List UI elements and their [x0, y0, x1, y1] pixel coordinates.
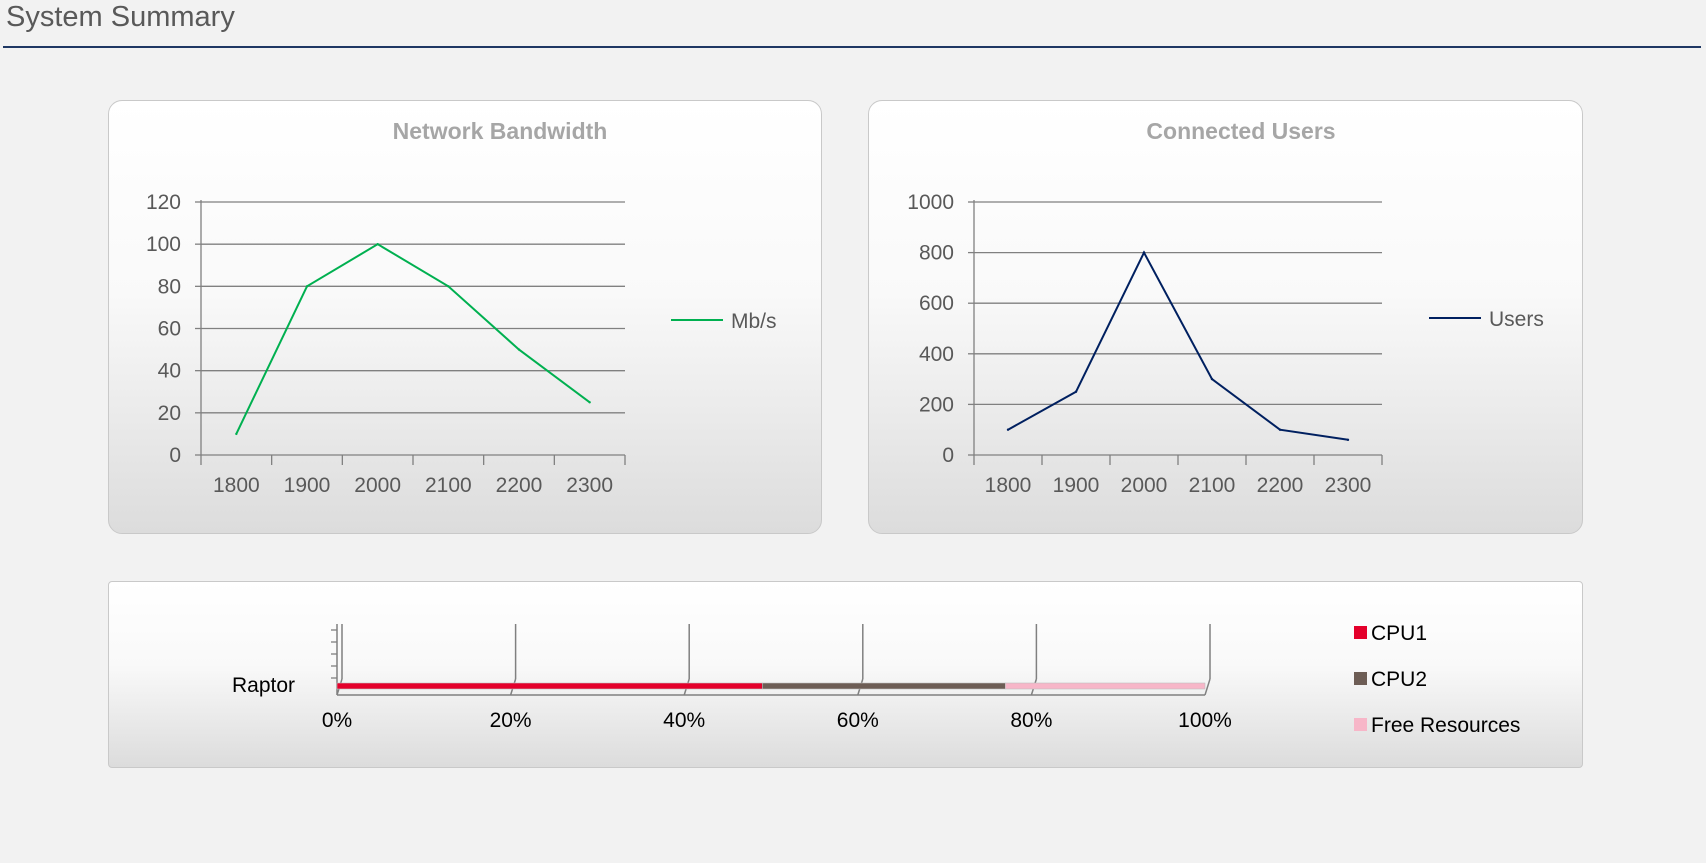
users-data-point	[1210, 377, 1214, 381]
bandwidth-data-point	[305, 285, 309, 288]
category-label: Raptor	[232, 674, 295, 697]
network-bandwidth-chart-panel: Network Bandwidth 0 20 40 60 80 100 120 1800 1900…	[108, 100, 822, 534]
x-tick-label: 2200	[496, 474, 543, 497]
y-tick-label: 40	[158, 360, 181, 383]
users-series-line	[1007, 250, 1349, 441]
chart-title: Network Bandwidth	[393, 118, 608, 144]
x-tick-label: 2300	[566, 474, 613, 497]
y-tick-label: 0	[169, 444, 181, 467]
legend-swatch	[1354, 626, 1367, 639]
x-tick-label: 1900	[1053, 474, 1100, 497]
connected-users-chart: Connected Users 0 200 400 600 800 1000 1800 1900…	[907, 118, 1544, 497]
x-tick-label: 2100	[1189, 474, 1236, 497]
legend-label: CPU1	[1371, 622, 1427, 645]
bar-segment-cpu2	[762, 682, 1006, 690]
bandwidth-data-point	[376, 242, 379, 246]
bandwidth-data-point	[517, 348, 521, 351]
chart-title: Connected Users	[1146, 118, 1335, 144]
y-tick-label: 100	[146, 233, 181, 256]
y-tick-label: 0	[942, 444, 954, 467]
x-tick-label: 0%	[322, 709, 352, 732]
connected-users-chart-panel: Connected Users 0 200 400 600 800 1000 1800 1900…	[868, 100, 1583, 534]
x-tick-label: 20%	[490, 709, 532, 732]
x-tick-label: 2000	[1121, 474, 1168, 497]
users-data-point	[1142, 251, 1146, 254]
x-tick-label: 1900	[284, 474, 331, 497]
x-tick-label: 1800	[985, 474, 1032, 497]
y-tick-label: 1000	[907, 191, 954, 214]
bandwidth-data-point	[235, 432, 238, 436]
legend-label: CPU2	[1371, 668, 1427, 691]
legend-label: Free Resources	[1371, 714, 1520, 737]
cpu-usage-chart: CPU1 CPU2 Free Resources Raptor 0% 20% 40% 60% 8…	[232, 622, 1520, 737]
y-tick-label: 400	[919, 343, 954, 366]
y-tick-label: 60	[158, 318, 181, 341]
x-tick-label: 60%	[837, 709, 879, 732]
y-tick-label: 120	[146, 191, 181, 214]
x-tick-label: 2000	[354, 474, 401, 497]
network-bandwidth-chart: Network Bandwidth 0 20 40 60 80 100 120 1800 1900…	[146, 118, 777, 497]
y-tick-label: 20	[158, 402, 181, 425]
page-title: System Summary	[6, 1, 235, 33]
x-tick-label: 2300	[1325, 474, 1372, 497]
cpu-usage-chart-panel: CPU1 CPU2 Free Resources Raptor 0% 20% 40% 60% 8…	[108, 581, 1583, 768]
y-tick-label: 80	[158, 275, 181, 298]
x-tick-label: 40%	[663, 709, 705, 732]
x-tick-label: 80%	[1010, 709, 1052, 732]
legend-swatch	[1354, 672, 1367, 685]
bandwidth-data-point	[447, 285, 450, 288]
title-divider	[3, 46, 1701, 48]
bandwidth-data-point	[588, 401, 591, 404]
x-tick-label: 1800	[213, 474, 260, 497]
y-tick-label: 200	[919, 393, 954, 416]
x-tick-label: 100%	[1178, 709, 1232, 732]
bar-segment-free-resources	[1005, 682, 1206, 690]
users-data-point	[1074, 390, 1078, 393]
users-data-point	[1006, 428, 1010, 431]
x-tick-label: 2100	[425, 474, 472, 497]
bar-segment-cpu1	[336, 682, 763, 690]
legend-swatch	[1354, 718, 1367, 731]
y-tick-label: 600	[919, 292, 954, 315]
legend-label: Mb/s	[731, 310, 777, 333]
users-data-point	[1278, 428, 1282, 431]
y-tick-label: 800	[919, 242, 954, 265]
gridline-floor	[1204, 678, 1211, 696]
bandwidth-series-line	[235, 243, 591, 435]
legend-label: Users	[1489, 308, 1544, 331]
x-tick-label: 2200	[1257, 474, 1304, 497]
users-data-point	[1346, 438, 1350, 442]
